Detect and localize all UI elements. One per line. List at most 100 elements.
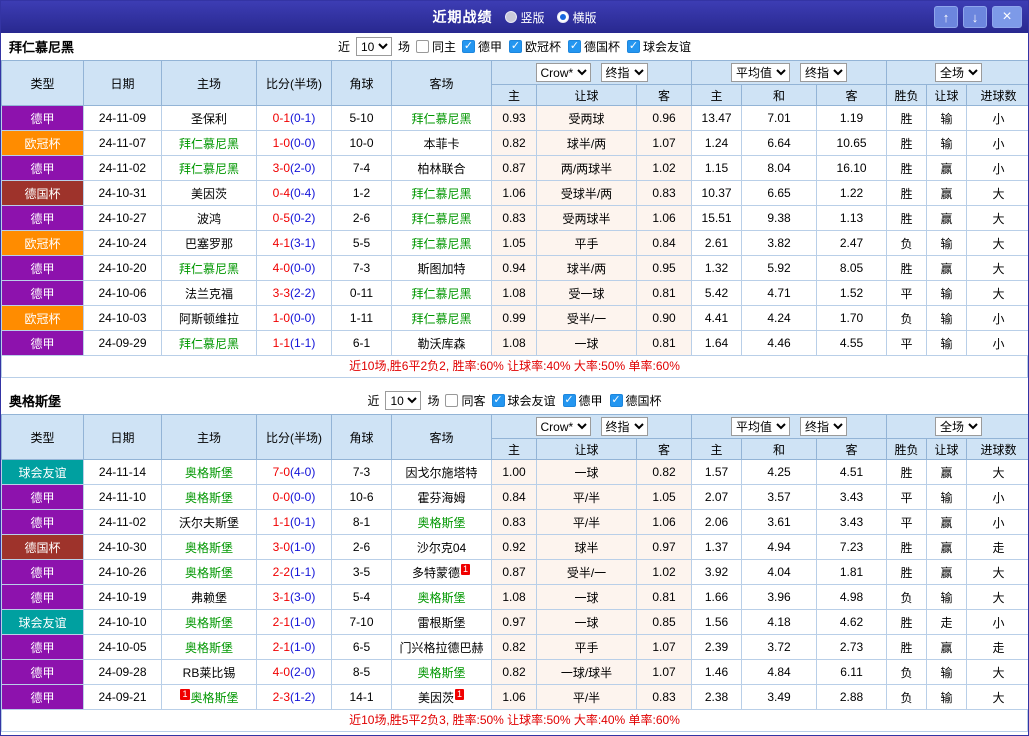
handicap-cell: 两/两球半 xyxy=(536,155,637,181)
odds-away-cell: 1.06 xyxy=(635,205,693,231)
close-button[interactable]: × xyxy=(992,6,1022,28)
avg-away-cell: 3.43 xyxy=(816,484,888,510)
fulltime-score: 0-4 xyxy=(272,186,290,200)
odds-time-select[interactable]: 终指 xyxy=(600,63,648,82)
checkbox-unchecked-icon[interactable] xyxy=(445,394,459,407)
home-team-cell: 阿斯顿维拉 xyxy=(161,305,257,331)
avg-time-select[interactable]: 终指 xyxy=(800,63,848,82)
same-venue-filter[interactable]: 同主 xyxy=(415,38,456,55)
home-team-name: 奥格斯堡 xyxy=(184,640,233,655)
avg-company-select[interactable]: 平均值 xyxy=(731,63,791,82)
score-cell: 0-0(0-0) xyxy=(256,484,332,510)
match-row[interactable]: 球会友谊 24-11-14 奥格斯堡 7-0(4-0) 7-3 因戈尔施塔特 1.00 一球 0… xyxy=(1,459,1028,485)
odds-time-select[interactable]: 终指 xyxy=(600,417,648,436)
checkbox-checked-icon[interactable] xyxy=(627,40,641,53)
match-row[interactable]: 德甲 24-11-10 奥格斯堡 0-0(0-0) 10-6 霍芬海姆 0.84 平/半 1.0… xyxy=(1,484,1028,510)
checkbox-checked-icon[interactable] xyxy=(562,394,576,407)
fulltime-score: 4-0 xyxy=(272,261,290,275)
away-team-cell: 因戈尔施塔特 xyxy=(391,459,492,485)
result-handicap-cell: 赢 xyxy=(926,634,968,660)
match-row[interactable]: 德甲 24-11-02 沃尔夫斯堡 1-1(0-1) 8-1 奥格斯堡 0.83 平/半 1.0… xyxy=(1,509,1028,535)
league-filter[interactable]: 德甲 xyxy=(562,392,603,409)
halftime-score: (4-0) xyxy=(290,465,316,479)
avg-time-select[interactable]: 终指 xyxy=(800,417,848,436)
match-row[interactable]: 德甲 24-11-09 圣保利 0-1(0-1) 5-10 拜仁慕尼黑 0.93 受两球 0.9… xyxy=(1,105,1028,131)
scroll-up-button[interactable]: ↑ xyxy=(934,6,958,28)
league-filter[interactable]: 球会友谊 xyxy=(627,38,691,55)
away-team-cell: 拜仁慕尼黑 xyxy=(391,280,492,306)
match-row[interactable]: 德甲 24-10-20 拜仁慕尼黑 4-0(0-0) 7-3 斯图加特 0.94 球半/两 0.… xyxy=(1,255,1028,281)
match-row[interactable]: 德甲 24-09-29 拜仁慕尼黑 1-1(1-1) 6-1 勒沃库森 1.08 一球 0.81… xyxy=(1,330,1028,356)
corners-cell: 8-5 xyxy=(331,659,392,685)
odds-company-select[interactable]: Crow* xyxy=(535,63,591,82)
view-horizontal-radio[interactable]: 横版 xyxy=(556,9,597,26)
fulltime-score: 2-1 xyxy=(272,640,290,654)
league-filter[interactable]: 球会友谊 xyxy=(491,392,556,409)
odds-company-select[interactable]: Crow* xyxy=(535,417,591,436)
filters: 近 10 场 同客 球会友谊 德甲 德国杯 xyxy=(367,391,662,410)
away-team-cell: 奥格斯堡 xyxy=(391,584,492,610)
match-row[interactable]: 德甲 24-10-19 弗赖堡 3-1(3-0) 5-4 奥格斯堡 1.08 一球 0.81 1.… xyxy=(1,584,1028,610)
odds-away-cell: 1.07 xyxy=(635,659,693,685)
result-handicap-cell: 输 xyxy=(926,659,968,685)
col-header-result-goals: 进球数 xyxy=(966,438,1028,460)
match-row[interactable]: 欧冠杯 24-10-03 阿斯顿维拉 1-0(0-0) 1-11 拜仁慕尼黑 0.99 受半/… xyxy=(1,305,1028,331)
match-row[interactable]: 德国杯 24-10-30 奥格斯堡 3-0(1-0) 2-6 沙尔克04 0.92 球半 0.9… xyxy=(1,534,1028,560)
matches-table: 类型 日期 主场 比分(半场) 角球 客场 Crow* 终指 平均值 终指 全场… xyxy=(1,414,1028,710)
match-row[interactable]: 德甲 24-10-26 奥格斯堡 2-2(1-1) 3-5 多特蒙德 1 0.87 受半/一 1.… xyxy=(1,559,1028,585)
league-filter[interactable]: 德国杯 xyxy=(568,38,620,55)
view-vertical-radio[interactable]: 竖版 xyxy=(504,9,545,26)
odds-away-cell: 0.81 xyxy=(635,584,693,610)
away-team-name: 拜仁慕尼黑 xyxy=(411,236,472,251)
match-row[interactable]: 欧冠杯 24-11-07 拜仁慕尼黑 1-0(0-0) 10-0 本菲卡 0.82 球半/两 1… xyxy=(1,130,1028,156)
col-header-result-handicap: 让球 xyxy=(926,438,968,460)
away-team-name: 柏林联合 xyxy=(417,161,466,176)
recent-count-select[interactable]: 10 xyxy=(355,37,392,56)
result-handicap-cell: 输 xyxy=(926,584,968,610)
odds-home-cell: 1.06 xyxy=(491,684,537,710)
scope-select[interactable]: 全场 xyxy=(935,417,983,436)
match-row[interactable]: 德甲 24-09-28 RB莱比锡 4-0(2-0) 8-5 奥格斯堡 0.82 一球/球半 1… xyxy=(1,659,1028,685)
result-wdl-cell: 平 xyxy=(886,330,928,356)
date-cell: 24-10-06 xyxy=(83,280,162,306)
checkbox-checked-icon[interactable] xyxy=(461,40,475,53)
match-row[interactable]: 球会友谊 24-10-10 奥格斯堡 2-1(1-0) 7-10 雷根斯堡 0.97 一球 0.… xyxy=(1,609,1028,635)
checkbox-unchecked-icon[interactable] xyxy=(415,40,429,53)
league-filter[interactable]: 德国杯 xyxy=(609,392,662,409)
avg-home-cell: 2.07 xyxy=(691,484,743,510)
match-row[interactable]: 欧冠杯 24-10-24 巴塞罗那 4-1(3-1) 5-5 拜仁慕尼黑 1.05 平手 0.8… xyxy=(1,230,1028,256)
league-filter[interactable]: 欧冠杯 xyxy=(509,38,561,55)
checkbox-checked-icon[interactable] xyxy=(609,394,623,407)
match-row[interactable]: 德甲 24-09-21 1 奥格斯堡 2-3(1-2) 14-1 美因茨 1 1.06 平/半 0.… xyxy=(1,684,1028,710)
league-type-cell: 德甲 xyxy=(1,584,84,610)
league-type-cell: 欧冠杯 xyxy=(1,130,84,156)
odds-home-cell: 0.83 xyxy=(491,205,537,231)
halftime-score: (2-0) xyxy=(290,161,316,175)
date-cell: 24-10-19 xyxy=(83,584,162,610)
halftime-score: (1-0) xyxy=(290,640,316,654)
avg-draw-cell: 6.64 xyxy=(741,130,818,156)
league-filter-label: 球会友谊 xyxy=(507,394,556,408)
radio-unselected-icon[interactable] xyxy=(504,11,517,23)
match-row[interactable]: 德甲 24-10-27 波鸿 0-5(0-2) 2-6 拜仁慕尼黑 0.83 受两球半 1.06… xyxy=(1,205,1028,231)
recent-count-select[interactable]: 10 xyxy=(385,391,422,410)
halftime-score: (3-0) xyxy=(290,590,316,604)
away-team-name: 拜仁慕尼黑 xyxy=(411,186,472,201)
away-team-name: 霍芬海姆 xyxy=(417,490,466,505)
match-row[interactable]: 德国杯 24-10-31 美因茨 0-4(0-4) 1-2 拜仁慕尼黑 1.06 受球半/两 0… xyxy=(1,180,1028,206)
result-handicap-cell: 输 xyxy=(926,105,968,131)
same-venue-filter[interactable]: 同客 xyxy=(445,392,486,409)
avg-company-select[interactable]: 平均值 xyxy=(731,417,791,436)
match-row[interactable]: 德甲 24-10-06 法兰克福 3-3(2-2) 0-11 拜仁慕尼黑 1.08 受一球 0.… xyxy=(1,280,1028,306)
checkbox-checked-icon[interactable] xyxy=(491,394,505,407)
checkbox-checked-icon[interactable] xyxy=(568,40,582,53)
radio-selected-icon[interactable] xyxy=(556,11,569,23)
league-filter[interactable]: 德甲 xyxy=(461,38,502,55)
scope-select[interactable]: 全场 xyxy=(935,63,983,82)
checkbox-checked-icon[interactable] xyxy=(509,40,522,53)
scroll-down-button[interactable]: ↓ xyxy=(963,6,987,28)
match-row[interactable]: 德甲 24-10-05 奥格斯堡 2-1(1-0) 6-5 门兴格拉德巴赫 0.82 平手 1.… xyxy=(1,634,1028,660)
match-row[interactable]: 德甲 24-11-02 拜仁慕尼黑 3-0(2-0) 7-4 柏林联合 0.87 两/两球半 1… xyxy=(1,155,1028,181)
result-wdl-cell: 胜 xyxy=(886,634,928,660)
result-goals-cell: 小 xyxy=(966,484,1028,510)
